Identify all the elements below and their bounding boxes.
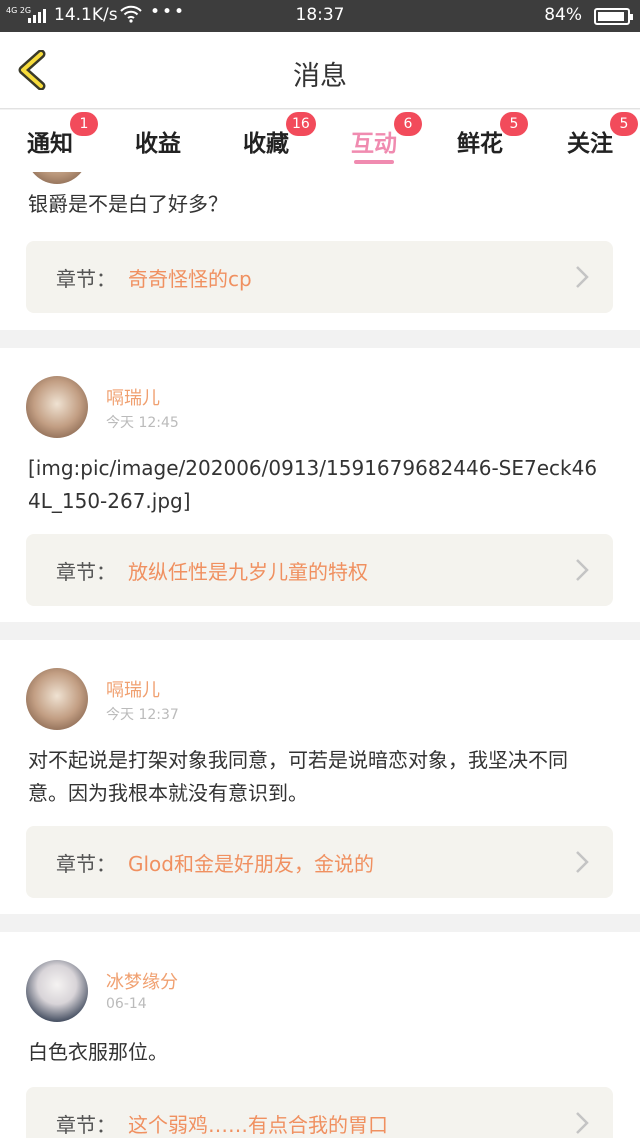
chapter-title: 放纵任性是九岁儿童的特权: [128, 560, 368, 584]
avatar[interactable]: [26, 376, 88, 438]
message-card: 嗝瑞儿 今天 12:37 对不起说是打架对象我同意，可若是说暗恋对象，我坚决不同…: [0, 640, 640, 914]
chevron-right-icon: [576, 559, 589, 581]
chevron-right-icon: [576, 851, 589, 873]
tab-follows[interactable]: 关注 5: [550, 112, 638, 168]
chapter-title: Glod和金是好朋友，金说的: [128, 852, 374, 876]
battery-icon: [594, 8, 633, 25]
timestamp: 06-14: [106, 996, 147, 1012]
battery-percent: 84%: [544, 5, 582, 25]
chevron-right-icon: [576, 1112, 589, 1134]
message-content: 银爵是不是白了好多？: [28, 192, 228, 216]
username[interactable]: 嗝瑞儿: [106, 676, 160, 702]
chapter-link[interactable]: 章节： 奇奇怪怪的cp: [26, 241, 613, 313]
chapter-link[interactable]: 章节： Glod和金是好朋友，金说的: [26, 826, 613, 898]
chapter-title: 奇奇怪怪的cp: [128, 267, 252, 291]
message-content: 白色衣服那位。: [28, 1040, 168, 1064]
page-title: 消息: [293, 61, 347, 92]
avatar[interactable]: [26, 668, 88, 730]
chapter-prefix: 章节：: [56, 852, 116, 876]
tab-earnings[interactable]: 收益: [118, 124, 198, 168]
tab-interactions[interactable]: 互动 6: [334, 112, 422, 168]
timestamp: 今天 12:45: [106, 415, 179, 431]
message-card: 冰梦缘分 06-14 白色衣服那位。 章节： 这个弱鸡……有点合我的胃口: [0, 932, 640, 1138]
chapter-prefix: 章节：: [56, 560, 116, 584]
username[interactable]: 嗝瑞儿: [106, 384, 160, 410]
tab-notifications[interactable]: 通知 1: [10, 112, 98, 168]
message-feed: 银爵是不是白了好多？ 章节： 奇奇怪怪的cp 嗝瑞儿 今天 12:45 [img…: [0, 172, 640, 1138]
chapter-link[interactable]: 章节： 这个弱鸡……有点合我的胃口: [26, 1087, 613, 1138]
message-card: 嗝瑞儿 今天 12:45 [img:pic/image/202006/0913/…: [0, 348, 640, 622]
tab-bar: 通知 1 收益 收藏 16 互动 6 鲜花 5 关注 5: [0, 110, 640, 172]
avatar[interactable]: [26, 172, 88, 184]
username[interactable]: 冰梦缘分: [106, 968, 178, 994]
chevron-right-icon: [576, 266, 589, 288]
message-content: 对不起说是打架对象我同意，可若是说暗恋对象，我坚决不同意。因为我根本就没有意识到…: [28, 748, 568, 805]
timestamp: 今天 12:37: [106, 707, 179, 723]
nav-header: 消息: [0, 32, 640, 109]
unread-badge: 1: [70, 112, 98, 136]
chapter-prefix: 章节：: [56, 267, 116, 291]
unread-badge: 16: [286, 112, 316, 136]
unread-badge: 5: [610, 112, 638, 136]
chapter-title: 这个弱鸡……有点合我的胃口: [128, 1113, 388, 1137]
chapter-link[interactable]: 章节： 放纵任性是九岁儿童的特权: [26, 534, 613, 606]
unread-badge: 5: [500, 112, 528, 136]
tab-favorites[interactable]: 收藏 16: [226, 112, 316, 168]
message-content: [img:pic/image/202006/0913/1591679682446…: [28, 456, 598, 513]
tab-flowers[interactable]: 鲜花 5: [440, 112, 528, 168]
chapter-prefix: 章节：: [56, 1113, 116, 1137]
status-bar: 4G 2G 14.1K/s ••• 18:37 84%: [0, 0, 640, 32]
message-card: 银爵是不是白了好多？ 章节： 奇奇怪怪的cp: [0, 172, 640, 330]
unread-badge: 6: [394, 112, 422, 136]
tab-label: 收益: [135, 131, 181, 157]
avatar[interactable]: [26, 960, 88, 1022]
